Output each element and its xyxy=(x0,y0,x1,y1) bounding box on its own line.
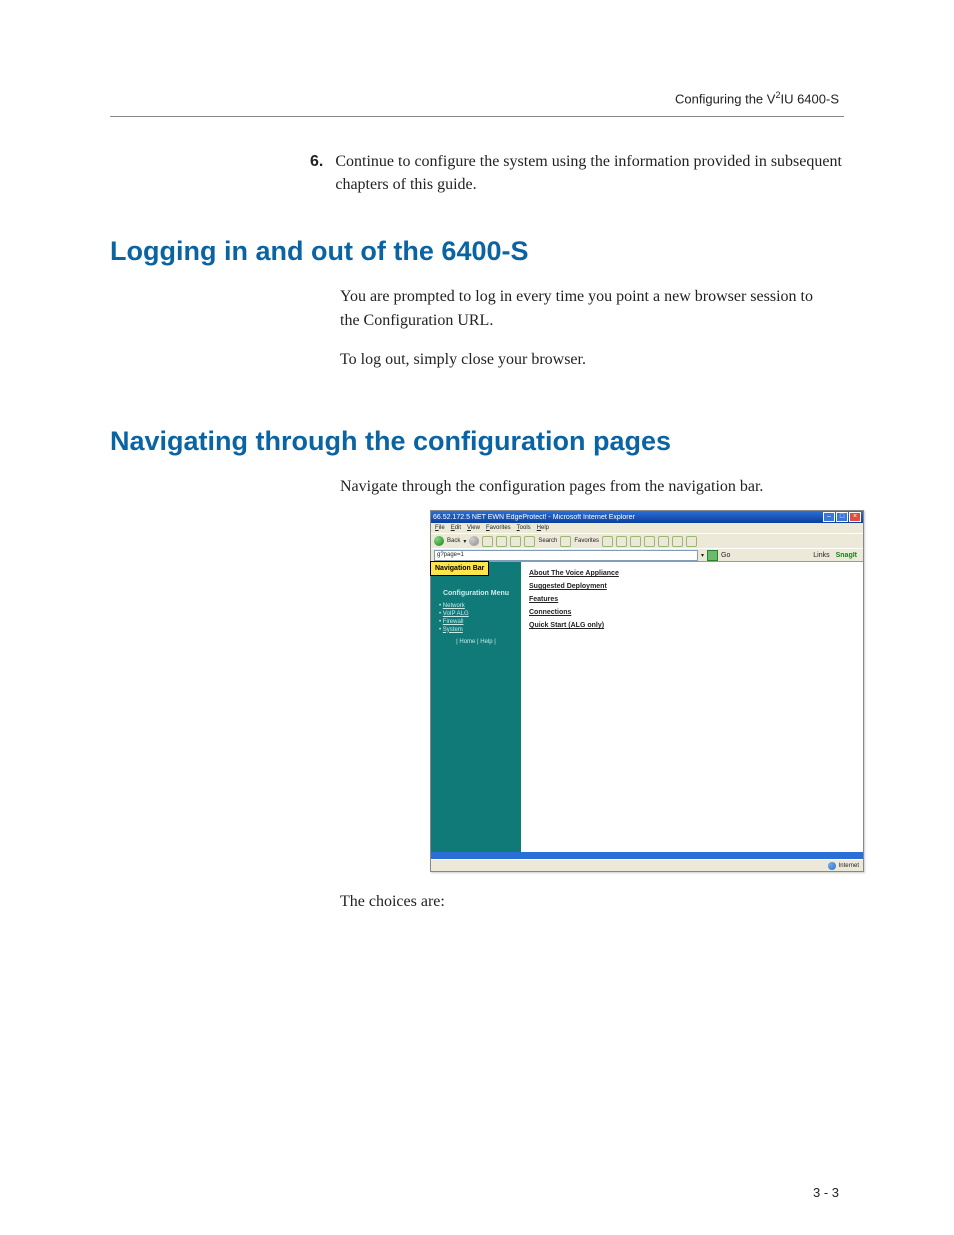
browser-screenshot: 66.52.172.5 NET EWN EdgeProtect! - Micro… xyxy=(430,510,864,872)
nav-para-2: The choices are: xyxy=(340,890,834,913)
back-label: Back xyxy=(447,538,460,544)
close-icon[interactable]: × xyxy=(849,512,861,522)
link-about[interactable]: About The Voice Appliance xyxy=(529,570,855,577)
go-button[interactable] xyxy=(707,550,718,561)
step-text: Continue to configure the system using t… xyxy=(335,150,844,196)
history-icon[interactable] xyxy=(602,536,613,547)
home-icon[interactable] xyxy=(510,536,521,547)
link-connections[interactable]: Connections xyxy=(529,609,855,616)
sidebar-item-network[interactable]: Network xyxy=(443,603,465,609)
page-number: 3 - 3 xyxy=(813,1185,839,1200)
edit-icon[interactable] xyxy=(644,536,655,547)
titlebar: 66.52.172.5 NET EWN EdgeProtect! - Micro… xyxy=(431,511,863,523)
link-deploy[interactable]: Suggested Deployment xyxy=(529,583,855,590)
address-input[interactable]: g?page=1 xyxy=(434,550,698,561)
menu-edit[interactable]: Edit xyxy=(451,525,461,531)
go-label: Go xyxy=(721,552,730,559)
sidebar-title: Configuration Menu xyxy=(435,590,517,598)
menu-help[interactable]: Help xyxy=(537,525,549,531)
step-number: 6. xyxy=(310,150,323,196)
forward-icon[interactable] xyxy=(469,536,479,546)
links-label: Links xyxy=(813,552,829,559)
menu-favorites[interactable]: Favorites xyxy=(486,525,511,531)
running-header: Configuring the V2IU 6400-S xyxy=(675,90,839,106)
status-bar: Internet xyxy=(431,859,863,871)
status-zone-label: Internet xyxy=(839,863,859,869)
sidebar-footer-links[interactable]: | Home | Help | xyxy=(435,639,517,645)
search-label: Search xyxy=(538,538,557,544)
refresh-icon[interactable] xyxy=(496,536,507,547)
numbered-step: 6. Continue to configure the system usin… xyxy=(310,150,844,196)
main-content: About The Voice Appliance Suggested Depl… xyxy=(521,562,863,852)
menu-file[interactable]: File xyxy=(435,525,445,531)
extra1-icon[interactable] xyxy=(658,536,669,547)
sidebar-nav: Navigation Bar Configuration Menu Networ… xyxy=(431,562,521,852)
login-para-2: To log out, simply close your browser. xyxy=(340,348,834,371)
login-para-1: You are prompted to log in every time yo… xyxy=(340,285,834,331)
search-icon[interactable] xyxy=(524,536,535,547)
snagit-label: SnagIt xyxy=(836,552,857,559)
extra3-icon[interactable] xyxy=(686,536,697,547)
menu-tools[interactable]: Tools xyxy=(517,525,531,531)
window-title: 66.52.172.5 NET EWN EdgeProtect! - Micro… xyxy=(433,514,635,521)
header-rule xyxy=(110,116,844,117)
section-heading-login: Logging in and out of the 6400-S xyxy=(110,236,844,267)
section-heading-nav: Navigating through the configuration pag… xyxy=(110,426,844,457)
nav-para-1: Navigate through the configuration pages… xyxy=(340,475,834,498)
minimize-icon[interactable]: – xyxy=(823,512,835,522)
mail-icon[interactable] xyxy=(616,536,627,547)
print-icon[interactable] xyxy=(630,536,641,547)
link-quickstart[interactable]: Quick Start (ALG only) xyxy=(529,622,855,629)
extra2-icon[interactable] xyxy=(672,536,683,547)
stop-icon[interactable] xyxy=(482,536,493,547)
sidebar-item-system[interactable]: System xyxy=(443,627,463,633)
menubar: File Edit View Favorites Tools Help xyxy=(431,523,863,533)
toolbar: Back ▾ Search Favorites xyxy=(431,533,863,548)
address-bar: g?page=1 ▾ Go Links SnagIt xyxy=(431,548,863,561)
menu-view[interactable]: View xyxy=(467,525,480,531)
bottom-blue-bar xyxy=(431,852,863,859)
sidebar-item-voip[interactable]: VoIP ALG xyxy=(443,611,469,617)
favorites-label: Favorites xyxy=(574,538,599,544)
favorites-icon[interactable] xyxy=(560,536,571,547)
back-icon[interactable] xyxy=(434,536,444,546)
sidebar-item-firewall[interactable]: Firewall xyxy=(443,619,464,625)
link-features[interactable]: Features xyxy=(529,596,855,603)
navbar-callout: Navigation Bar xyxy=(430,561,489,576)
maximize-icon[interactable]: □ xyxy=(836,512,848,522)
internet-zone-icon xyxy=(828,862,836,870)
